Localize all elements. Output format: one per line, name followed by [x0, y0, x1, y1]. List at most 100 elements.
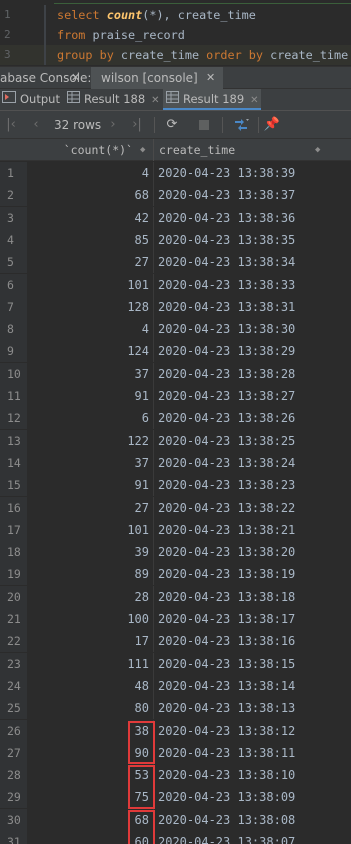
- column-header-count[interactable]: `count(*)`: [27, 139, 154, 161]
- cell-create-time[interactable]: 2020-04-23 13:38:33: [155, 274, 351, 296]
- cell-create-time[interactable]: 2020-04-23 13:38:13: [155, 697, 351, 719]
- table-row[interactable]: 12 6 2020-04-23 13:38:26: [0, 407, 351, 430]
- cell-create-time[interactable]: 2020-04-23 13:38:23: [155, 474, 351, 496]
- cell-count[interactable]: 100: [27, 608, 154, 630]
- table-row[interactable]: 10 37 2020-04-23 13:38:28: [0, 362, 351, 385]
- cell-create-time[interactable]: 2020-04-23 13:38:29: [155, 340, 351, 362]
- cell-create-time[interactable]: 2020-04-23 13:38:18: [155, 586, 351, 608]
- result-grid[interactable]: `count(*)` ◆ create_time ◆ 1 4 2020-04-23 …: [0, 139, 351, 844]
- cell-create-time[interactable]: 2020-04-23 13:38:28: [155, 363, 351, 385]
- console-tab-wilson[interactable]: wilson [console]: [91, 67, 223, 89]
- cell-count[interactable]: 80: [27, 697, 154, 720]
- cell-create-time[interactable]: 2020-04-23 13:38:27: [155, 385, 351, 407]
- cell-count[interactable]: 27: [27, 251, 154, 274]
- cell-count[interactable]: 91: [27, 385, 154, 407]
- table-row[interactable]: 13 122 2020-04-23 13:38:25: [0, 429, 351, 452]
- table-row[interactable]: 18 39 2020-04-23 13:38:20: [0, 541, 351, 564]
- cell-count[interactable]: 128: [27, 295, 154, 318]
- refresh-icon[interactable]: ⟳: [162, 115, 182, 135]
- table-row[interactable]: 14 37 2020-04-23 13:38:24: [0, 451, 351, 474]
- cell-count[interactable]: 42: [27, 206, 154, 229]
- table-row[interactable]: 20 28 2020-04-23 13:38:18: [0, 585, 351, 608]
- cell-create-time[interactable]: 2020-04-23 13:38:21: [155, 519, 351, 541]
- cell-create-time[interactable]: 2020-04-23 13:38:14: [155, 675, 351, 697]
- cell-count[interactable]: 28: [27, 585, 154, 608]
- cell-count[interactable]: 101: [27, 273, 154, 296]
- tab-result-189[interactable]: Result 189 ✕: [163, 89, 261, 110]
- cell-create-time[interactable]: 2020-04-23 13:38:22: [155, 497, 351, 519]
- cell-create-time[interactable]: 2020-04-23 13:38:24: [155, 452, 351, 474]
- sort-icon[interactable]: ◆: [140, 139, 145, 161]
- table-row[interactable]: 2 68 2020-04-23 13:38:37: [0, 184, 351, 207]
- close-icon[interactable]: ✕: [71, 67, 83, 89]
- cell-count[interactable]: 4: [27, 162, 154, 184]
- cell-create-time[interactable]: 2020-04-23 13:38:20: [155, 541, 351, 563]
- table-row[interactable]: 16 27 2020-04-23 13:38:22: [0, 496, 351, 519]
- table-row[interactable]: 15 91 2020-04-23 13:38:23: [0, 474, 351, 497]
- editor-line-1[interactable]: 1 select count(*), create_time: [0, 5, 351, 25]
- cell-count[interactable]: 91: [27, 474, 154, 497]
- close-icon[interactable]: ✕: [250, 95, 258, 106]
- table-row[interactable]: 6 101 2020-04-23 13:38:33: [0, 273, 351, 296]
- cell-count[interactable]: 111: [27, 652, 154, 675]
- table-row[interactable]: 11 91 2020-04-23 13:38:27: [0, 385, 351, 407]
- cell-create-time[interactable]: 2020-04-23 13:38:10: [155, 764, 351, 786]
- table-row[interactable]: 21 100 2020-04-23 13:38:17: [0, 608, 351, 630]
- transaction-mode-icon[interactable]: [230, 115, 252, 135]
- table-row[interactable]: 28 53 2020-04-23 13:38:10: [0, 764, 351, 787]
- sql-code[interactable]: select count(*), create_time: [57, 5, 256, 25]
- cell-create-time[interactable]: 2020-04-23 13:38:11: [155, 742, 351, 764]
- cell-count[interactable]: 17: [27, 630, 154, 653]
- cell-count[interactable]: 48: [27, 674, 154, 697]
- table-row[interactable]: 24 48 2020-04-23 13:38:14: [0, 674, 351, 697]
- close-icon[interactable]: ✕: [206, 67, 218, 89]
- next-page-icon[interactable]: ›: [106, 115, 120, 135]
- table-row[interactable]: 29 75 2020-04-23 13:38:09: [0, 786, 351, 809]
- table-row[interactable]: 9 124 2020-04-23 13:38:29: [0, 340, 351, 363]
- cell-count[interactable]: 39: [27, 541, 154, 564]
- close-icon[interactable]: ✕: [151, 95, 159, 106]
- cell-create-time[interactable]: 2020-04-23 13:38:37: [155, 184, 351, 206]
- cell-create-time[interactable]: 2020-04-23 13:38:19: [155, 563, 351, 585]
- table-row[interactable]: 8 4 2020-04-23 13:38:30: [0, 318, 351, 341]
- cell-count[interactable]: 124: [27, 340, 154, 363]
- cell-create-time[interactable]: 2020-04-23 13:38:09: [155, 786, 351, 808]
- cell-count[interactable]: 6: [27, 407, 154, 430]
- cell-count[interactable]: 37: [27, 451, 154, 474]
- table-row[interactable]: 19 89 2020-04-23 13:38:19: [0, 563, 351, 586]
- column-header-create-time[interactable]: create_time: [155, 139, 351, 161]
- table-row[interactable]: 25 80 2020-04-23 13:38:13: [0, 697, 351, 720]
- cell-create-time[interactable]: 2020-04-23 13:38:25: [155, 430, 351, 452]
- table-row[interactable]: 3 42 2020-04-23 13:38:36: [0, 206, 351, 229]
- cell-count[interactable]: 85: [27, 228, 154, 251]
- sort-icon[interactable]: ◆: [315, 139, 320, 161]
- cell-create-time[interactable]: 2020-04-23 13:38:16: [155, 630, 351, 652]
- table-row[interactable]: 4 85 2020-04-23 13:38:35: [0, 228, 351, 251]
- table-row[interactable]: 23 111 2020-04-23 13:38:15: [0, 652, 351, 675]
- cell-count[interactable]: 122: [27, 429, 154, 452]
- editor-line-3[interactable]: 3 group by create_time order by create_t…: [0, 45, 351, 65]
- cell-count[interactable]: 68: [27, 184, 154, 207]
- table-row[interactable]: 27 90 2020-04-23 13:38:11: [0, 741, 351, 764]
- table-row[interactable]: 1 4 2020-04-23 13:38:39: [0, 162, 351, 184]
- cell-count[interactable]: 89: [27, 563, 154, 586]
- cell-create-time[interactable]: 2020-04-23 13:38:34: [155, 251, 351, 273]
- cell-create-time[interactable]: 2020-04-23 13:38:08: [155, 809, 351, 831]
- cell-create-time[interactable]: 2020-04-23 13:38:07: [155, 831, 351, 844]
- prev-page-icon[interactable]: ‹: [29, 115, 43, 135]
- editor-line-2[interactable]: 2 from praise_record: [0, 25, 351, 45]
- stop-icon[interactable]: [194, 115, 214, 135]
- tab-result-188[interactable]: Result 188 ✕: [64, 89, 160, 110]
- cell-create-time[interactable]: 2020-04-23 13:38:26: [155, 407, 351, 429]
- last-page-icon[interactable]: ›|: [128, 115, 146, 135]
- sql-code[interactable]: group by create_time order by create_tim…: [57, 45, 348, 65]
- cell-count[interactable]: 101: [27, 518, 154, 541]
- cell-create-time[interactable]: 2020-04-23 13:38:31: [155, 296, 351, 318]
- table-row[interactable]: 31 60 2020-04-23 13:38:07: [0, 831, 351, 844]
- table-row[interactable]: 26 38 2020-04-23 13:38:12: [0, 719, 351, 742]
- tab-output[interactable]: Output: [2, 89, 60, 110]
- cell-create-time[interactable]: 2020-04-23 13:38:35: [155, 229, 351, 251]
- sql-editor[interactable]: 1 select count(*), create_time 2 from pr…: [0, 0, 351, 66]
- cell-count[interactable]: 37: [27, 362, 154, 385]
- cell-count[interactable]: 27: [27, 496, 154, 519]
